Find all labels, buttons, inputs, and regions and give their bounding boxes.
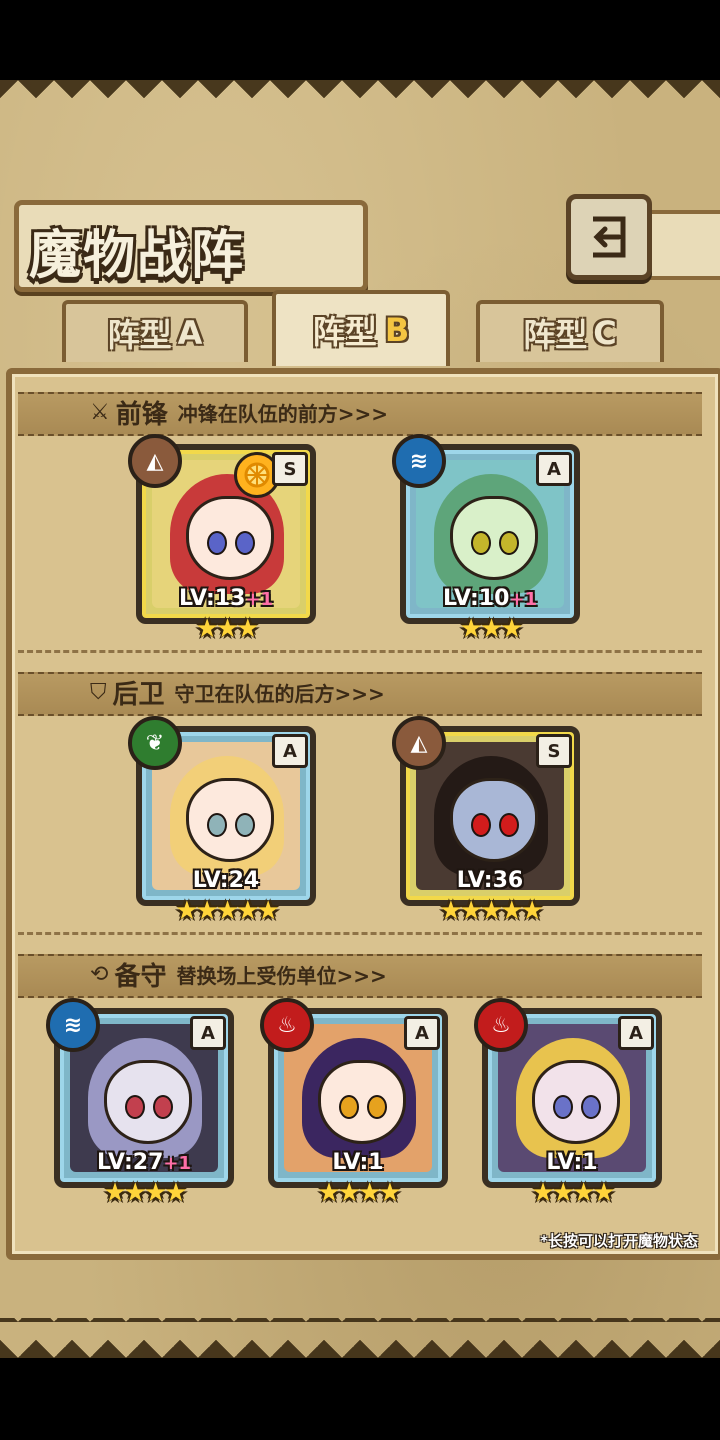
face — [104, 1060, 192, 1144]
face — [318, 1060, 406, 1144]
water-element-icon: ≋ — [392, 434, 446, 488]
level-label: LV:1 — [268, 1150, 448, 1175]
rank-badge: S — [536, 734, 572, 768]
level-value: LV:36 — [456, 868, 524, 893]
star-rating: ★★★★★ — [439, 896, 544, 926]
face — [450, 778, 538, 862]
eye — [207, 531, 227, 555]
rank-badge: A — [618, 1016, 654, 1050]
earth-element-icon: ◭ — [128, 434, 182, 488]
level-value: LV:24 — [192, 868, 260, 893]
level-value: LV:27 — [96, 1150, 164, 1175]
level-label: LV:24 — [136, 868, 316, 893]
nature-element-icon: ❦ — [128, 716, 182, 770]
eye — [553, 1095, 573, 1119]
tab-formation-a[interactable]: 阵型 A — [62, 300, 248, 362]
monster-card-reserve-1[interactable]: ≋ A LV:27+1 ★★★★ — [46, 998, 234, 1206]
section-desc: 替换场上受伤单位>>> — [176, 963, 387, 988]
monster-card-front-2[interactable]: ≋ A LV:10+1 ★★★ — [392, 434, 580, 642]
eye — [471, 813, 491, 837]
swap-icon: ⟲ — [90, 961, 109, 987]
rank-badge: A — [190, 1016, 226, 1050]
level-value: LV:1 — [546, 1150, 598, 1175]
rank-badge: S — [272, 452, 308, 486]
tab-letter: B — [384, 311, 410, 349]
front-section-header: ⚔ 前锋 冲锋在队伍的前方>>> — [90, 392, 388, 432]
level-label: LV:27+1 — [54, 1150, 234, 1175]
star-rating: ★★★★★ — [175, 896, 280, 926]
level-label: LV:13+1 — [136, 586, 316, 611]
tab-label: 阵型 — [523, 316, 588, 354]
level-label: LV:36 — [400, 868, 580, 893]
face — [532, 1060, 620, 1144]
eye — [339, 1095, 359, 1119]
back-section-header: ⛉ 后卫 守卫在队伍的后方>>> — [90, 672, 385, 712]
section-desc: 守卫在队伍的后方>>> — [174, 681, 385, 706]
tab-letter: C — [593, 314, 617, 352]
star-rating: ★★★ — [459, 614, 524, 644]
eye — [499, 531, 519, 555]
tab-label: 阵型 — [312, 313, 377, 351]
monster-card-back-1[interactable]: ❦ A LV:24 ★★★★★ — [128, 716, 316, 924]
formation-tabs: 阵型 A 阵型 B 阵型 C — [0, 290, 720, 370]
eye — [235, 531, 255, 555]
fire-element-icon: ♨ — [474, 998, 528, 1052]
star-rating: ★★★★ — [103, 1178, 187, 1208]
shield-icon: ⛉ — [90, 679, 107, 705]
star-rating: ★★★★ — [317, 1178, 401, 1208]
rank-badge: A — [536, 452, 572, 486]
earth-element-icon: ◭ — [392, 716, 446, 770]
level-plus: +1 — [245, 589, 274, 610]
level-label: LV:1 — [482, 1150, 662, 1175]
title-plate: 魔物战阵 — [14, 200, 368, 292]
level-value: LV:10 — [442, 586, 510, 611]
eye — [125, 1095, 145, 1119]
level-value: LV:1 — [332, 1150, 384, 1175]
return-icon — [593, 216, 626, 258]
eye — [471, 531, 491, 555]
torn-edge-bottom — [0, 1318, 720, 1358]
section-desc: 冲锋在队伍的前方>>> — [177, 401, 389, 426]
water-element-icon: ≋ — [46, 998, 100, 1052]
section-name: 备守 — [114, 961, 167, 992]
face — [450, 496, 538, 580]
fire-element-icon: ♨ — [260, 998, 314, 1052]
reserve-section-header: ⟲ 备守 替换场上受伤单位>>> — [90, 954, 387, 994]
level-plus: +1 — [509, 589, 538, 610]
section-name: 后卫 — [112, 679, 165, 710]
level-value: LV:13 — [178, 586, 246, 611]
level-label: LV:10+1 — [400, 586, 580, 611]
orange-slice-graphic — [244, 462, 270, 488]
eye — [581, 1095, 601, 1119]
sword-icon: ⚔ — [90, 399, 110, 425]
page-title: 魔物战阵 — [29, 226, 246, 286]
rank-badge: A — [272, 734, 308, 768]
monster-card-front-1[interactable]: ◭ S LV:13+1 ★★★ — [128, 434, 316, 642]
section-divider — [18, 650, 702, 653]
star-rating: ★★★★ — [531, 1178, 615, 1208]
eye — [207, 813, 227, 837]
eye — [235, 813, 255, 837]
monster-card-reserve-3[interactable]: ♨ A LV:1 ★★★★ — [474, 998, 662, 1206]
level-plus: +1 — [163, 1153, 192, 1174]
star-rating: ★★★ — [195, 614, 260, 644]
monster-card-back-2[interactable]: ◭ S LV:36 ★★★★★ — [392, 716, 580, 924]
long-press-hint: *长按可以打开魔物状态 — [540, 1232, 698, 1250]
section-name: 前锋 — [115, 399, 168, 430]
eye — [153, 1095, 173, 1119]
eye — [367, 1095, 387, 1119]
monster-card-reserve-2[interactable]: ♨ A LV:1 ★★★★ — [260, 998, 448, 1206]
back-button[interactable] — [566, 194, 652, 280]
tab-formation-b[interactable]: 阵型 B — [272, 290, 450, 366]
torn-edge-top — [0, 80, 720, 116]
formation-screen: 魔物战阵 阵型 A 阵型 B 阵型 C ⚔ 前锋 冲锋在队伍的前方>>> ◭ S… — [0, 80, 720, 1358]
tab-formation-c[interactable]: 阵型 C — [476, 300, 664, 362]
tab-label: 阵型 — [107, 316, 172, 354]
rank-badge: A — [404, 1016, 440, 1050]
face — [186, 496, 274, 580]
face — [186, 778, 274, 862]
tab-letter: A — [177, 314, 203, 352]
eye — [499, 813, 519, 837]
section-divider — [18, 932, 702, 935]
